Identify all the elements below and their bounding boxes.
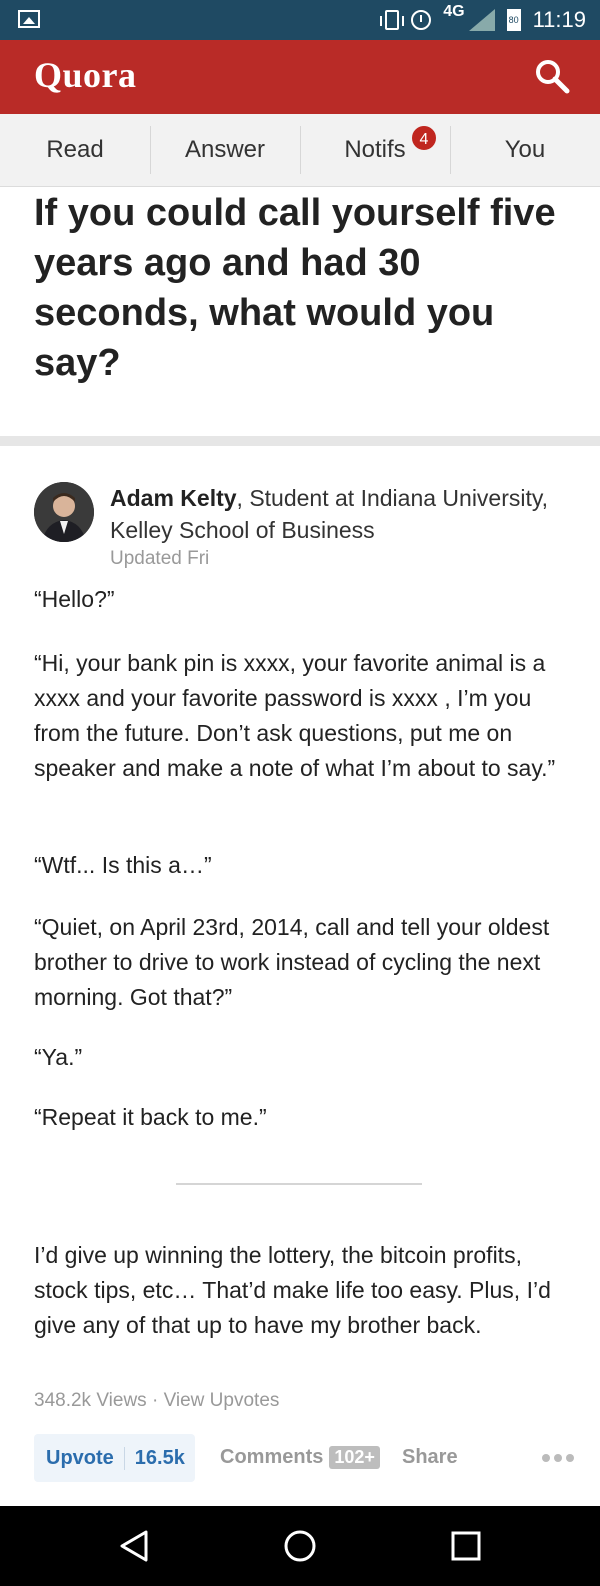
comments-count: 102+ bbox=[329, 1446, 380, 1469]
answer-paragraph: “Quiet, on April 23rd, 2014, call and te… bbox=[34, 914, 550, 1010]
action-bar: Upvote 16.5k Comments 102+ Share bbox=[34, 1434, 574, 1484]
answer-divider bbox=[176, 1183, 422, 1185]
answer-paragraph: “Ya.” bbox=[34, 1044, 83, 1070]
status-indicators: 4G 80 11:19 bbox=[380, 0, 586, 40]
vibrate-icon bbox=[380, 10, 405, 30]
views-count: 348.2k Views bbox=[34, 1390, 147, 1411]
section-divider bbox=[0, 436, 600, 446]
home-icon[interactable] bbox=[282, 1528, 318, 1564]
alarm-icon bbox=[411, 10, 432, 30]
notification-badge: 4 bbox=[410, 124, 438, 152]
answer-stats: 348.2k Views · View Upvotes bbox=[34, 1390, 280, 1411]
recents-icon[interactable] bbox=[448, 1528, 484, 1564]
author-line: Adam Kelty, Student at Indiana Universit… bbox=[110, 482, 580, 546]
updated-timestamp: Updated Fri bbox=[110, 548, 210, 569]
status-bar: 4G 80 11:19 bbox=[0, 0, 600, 40]
app-logo[interactable]: Quora bbox=[34, 54, 137, 96]
answer-paragraph: “Wtf... Is this a…” bbox=[34, 852, 212, 878]
tab-bar: Read Answer Notifs 4 You bbox=[0, 114, 600, 187]
avatar[interactable] bbox=[34, 482, 94, 542]
battery-icon: 80 bbox=[506, 9, 521, 31]
author-name[interactable]: Adam Kelty bbox=[110, 485, 237, 511]
view-upvotes-link[interactable]: View Upvotes bbox=[164, 1390, 280, 1411]
question-title[interactable]: If you could call yourself five years ag… bbox=[34, 188, 574, 388]
upvote-button[interactable]: Upvote 16.5k bbox=[34, 1434, 195, 1482]
app-bar: Quora bbox=[0, 40, 600, 114]
image-icon bbox=[18, 10, 40, 28]
signal-icon bbox=[468, 9, 495, 31]
tab-notifs[interactable]: Notifs 4 bbox=[300, 114, 450, 186]
system-nav-bar bbox=[0, 1506, 600, 1586]
tab-you[interactable]: You bbox=[450, 114, 600, 186]
upvote-count: 16.5k bbox=[134, 1446, 185, 1469]
back-icon[interactable] bbox=[116, 1528, 152, 1564]
tab-answer[interactable]: Answer bbox=[150, 114, 300, 186]
answer-paragraph: “Hello?” bbox=[34, 586, 115, 612]
network-type: 4G bbox=[443, 3, 465, 20]
share-button[interactable]: Share bbox=[402, 1446, 458, 1469]
tab-read[interactable]: Read bbox=[0, 114, 150, 186]
answer-paragraph: “Hi, your bank pin is xxxx, your favorit… bbox=[34, 650, 556, 781]
search-icon[interactable] bbox=[534, 58, 570, 94]
status-time: 11:19 bbox=[532, 7, 586, 32]
answer-paragraph: “Repeat it back to me.” bbox=[34, 1104, 267, 1130]
comments-button[interactable]: Comments 102+ bbox=[220, 1446, 380, 1469]
more-icon[interactable] bbox=[542, 1446, 574, 1462]
avatar-image bbox=[34, 482, 94, 542]
answer-paragraph: I’d give up winning the lottery, the bit… bbox=[34, 1242, 551, 1338]
